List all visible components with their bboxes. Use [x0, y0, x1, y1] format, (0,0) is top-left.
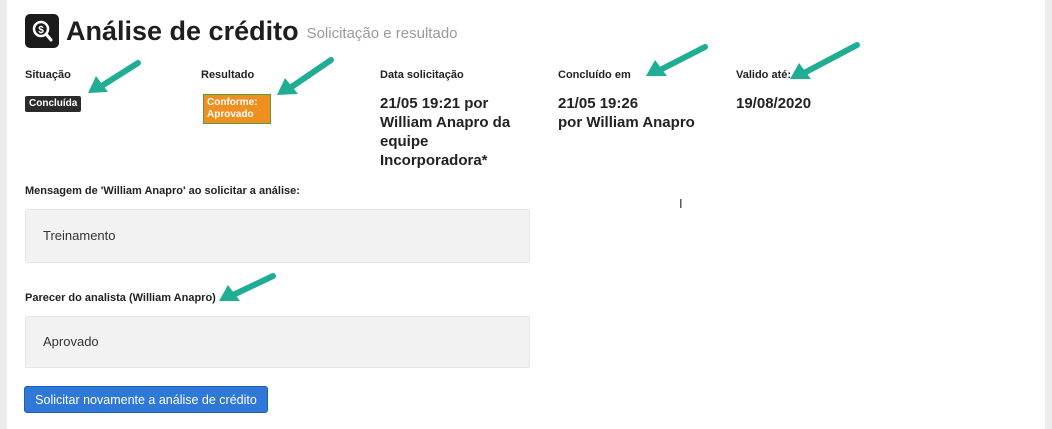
arrow-icon [277, 57, 334, 95]
arrow-icon [790, 42, 860, 79]
arrow-icon [219, 273, 276, 301]
arrow-icon [646, 44, 708, 76]
annotation-arrows [88, 42, 860, 301]
arrow-icon [88, 60, 141, 93]
